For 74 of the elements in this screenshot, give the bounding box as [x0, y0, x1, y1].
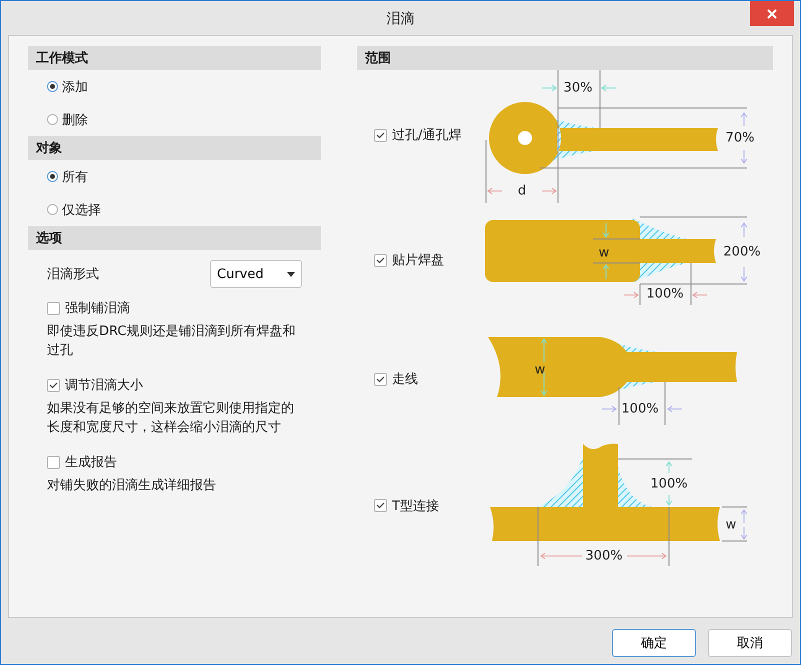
- dimension-label: 30%: [564, 80, 592, 96]
- checkbox[interactable]: [47, 378, 60, 392]
- close-button[interactable]: [750, 1, 794, 26]
- checkbox[interactable]: [47, 456, 60, 468]
- dimension-arrow: [602, 222, 610, 238]
- dimension-arrow: [602, 405, 617, 412]
- dimension-arrow: [740, 508, 748, 523]
- dimension-arrow: [601, 84, 616, 91]
- dimension-arrow: [542, 187, 557, 194]
- dimension-arrow: [540, 552, 582, 559]
- checkbox-label: 走线: [392, 371, 418, 388]
- field-label: 泪滴形式: [47, 266, 99, 283]
- check-icon: [376, 256, 385, 264]
- checkbox[interactable]: [374, 128, 387, 142]
- checkbox[interactable]: [374, 254, 387, 266]
- dimension-label: 100%: [621, 401, 659, 416]
- description-text: 如果没有足够的空间来放置它则使用指定的长度和宽度尺寸，这样会缩小泪滴的尺寸: [47, 400, 295, 437]
- dimension-arrow: [540, 338, 548, 362]
- check-icon: [376, 132, 385, 138]
- dimension-arrow: [666, 494, 672, 506]
- radio-button[interactable]: [47, 114, 58, 125]
- check-icon: [49, 382, 58, 388]
- section-header: 对象: [28, 136, 321, 160]
- check-icon: [376, 376, 385, 382]
- dimension-label: 70%: [726, 130, 754, 146]
- dimension-label: w: [598, 246, 610, 261]
- dimension-arrow: [692, 292, 708, 298]
- close-icon: [767, 8, 777, 18]
- dimension-label: 100%: [646, 286, 684, 302]
- dialog-button[interactable]: 取消: [708, 629, 792, 657]
- dimension-label: 100%: [650, 476, 688, 492]
- radio-label: 仅选择: [62, 202, 101, 218]
- radio-button[interactable]: [47, 171, 58, 182]
- checkbox[interactable]: [374, 372, 387, 386]
- description-text: 对铺失败的泪滴生成详细报告: [47, 477, 217, 495]
- window-title: 泪滴: [386, 10, 414, 28]
- caret-icon: [287, 272, 295, 276]
- section-header: 范围: [357, 46, 773, 70]
- checkbox[interactable]: [47, 302, 60, 314]
- check-icon: [376, 502, 385, 509]
- radio-label: 所有: [62, 168, 88, 186]
- dialog-button[interactable]: 确定: [612, 629, 696, 657]
- dimension-arrow: [626, 552, 667, 559]
- dimension-label: 200%: [723, 244, 761, 260]
- dimension-label: w: [534, 362, 546, 378]
- dimension-arrow: [740, 149, 748, 164]
- checkbox[interactable]: [374, 499, 387, 512]
- radio-button[interactable]: [47, 204, 58, 215]
- radio-button[interactable]: [47, 81, 58, 92]
- radio-label: 删除: [62, 112, 88, 128]
- radio-label: 添加: [62, 78, 88, 96]
- checkbox-label: 过孔/通孔焊: [392, 127, 462, 144]
- section-header: 选项: [28, 226, 321, 250]
- checkbox-label: 生成报告: [65, 454, 117, 471]
- dimension-arrow: [666, 460, 672, 473]
- dimension-arrow: [740, 266, 748, 282]
- description-text: 即使违反DRC规则还是铺泪滴到所有焊盘和过孔: [47, 323, 296, 360]
- dimension-arrow: [624, 292, 639, 298]
- dimension-arrow: [740, 112, 748, 126]
- dimension-label: w: [726, 517, 736, 532]
- style-dropdown[interactable]: Curved: [210, 260, 302, 288]
- checkbox-label: 强制铺泪滴: [65, 300, 130, 317]
- dimension-arrow: [542, 84, 557, 91]
- dimension-arrow: [602, 264, 610, 280]
- checkbox-label: 调节泪滴大小: [65, 377, 143, 394]
- checkbox-label: 贴片焊盘: [392, 252, 444, 269]
- dimension-arrow: [487, 187, 502, 194]
- dimension-arrow: [740, 222, 748, 238]
- dimension-label: d: [518, 183, 526, 198]
- dimension-arrow: [740, 526, 748, 540]
- section-header: 工作模式: [28, 46, 321, 70]
- checkbox-label: T型连接: [392, 498, 439, 514]
- dimension-arrow: [667, 405, 682, 412]
- dimension-label: 300%: [585, 548, 623, 564]
